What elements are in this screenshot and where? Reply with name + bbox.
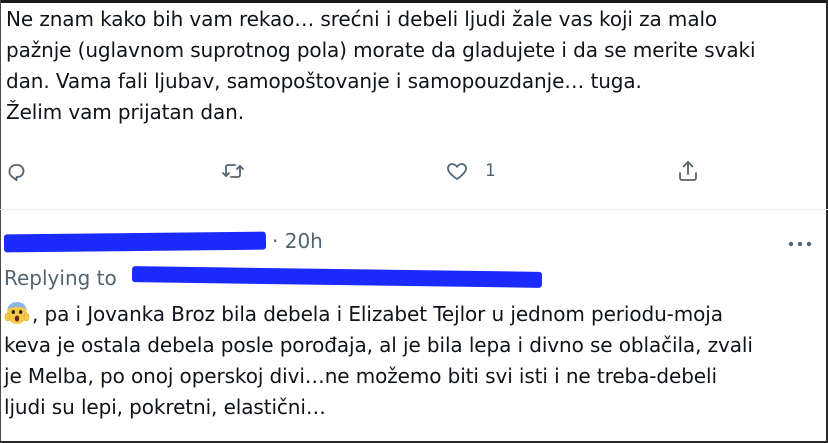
screaming-face-emoji-icon [4,301,30,325]
reply-text: , pa i Jovanka Broz bila debela i Elizab… [4,299,820,423]
share-button[interactable] [676,154,700,188]
tweet-text: Ne znam kako bih vam rekao… srećni i deb… [6,4,818,128]
like-count: 1 [485,161,496,181]
reply-text-line: keva je ostala debela posle porođaja, al… [4,333,753,357]
reply-text-line: , pa i Jovanka Broz bila debela i Elizab… [4,299,820,330]
replying-to-label: Replying to [4,266,117,290]
redacted-author-name [3,231,267,253]
tweet-action-bar: 1 [0,154,828,188]
tweet-text-line: pažnje (uglavnom suprotnog pola) morate … [6,38,756,62]
more-options-icon[interactable] [786,236,816,256]
like-button[interactable]: 1 [445,154,496,188]
window-frame-top [0,0,828,3]
reply-button[interactable] [4,154,28,188]
share-icon [676,159,700,183]
tweet-text-line: Želim vam prijatan dan. [6,100,244,124]
tweet-divider [0,209,828,210]
reply-timestamp[interactable]: · 20h [272,229,323,253]
retweet-button[interactable] [221,154,245,188]
reply-text-line: ljudi su lepi, pokretni, elastični… [4,395,326,419]
retweet-icon [221,159,245,183]
tweet-text-line: dan. Vama fali ljubav, samopoštovanje i … [6,69,642,93]
reply-text-first-line: , pa i Jovanka Broz bila debela i Elizab… [32,302,723,326]
tweet-text-line: Ne znam kako bih vam rekao… srećni i deb… [6,7,718,31]
reply-icon [4,159,28,183]
redacted-replying-handle[interactable] [131,266,543,288]
reply-text-line: je Melba, po onoj operskoj divi…ne možem… [4,364,717,388]
heart-icon [445,159,469,183]
window-frame-left [0,0,1,443]
